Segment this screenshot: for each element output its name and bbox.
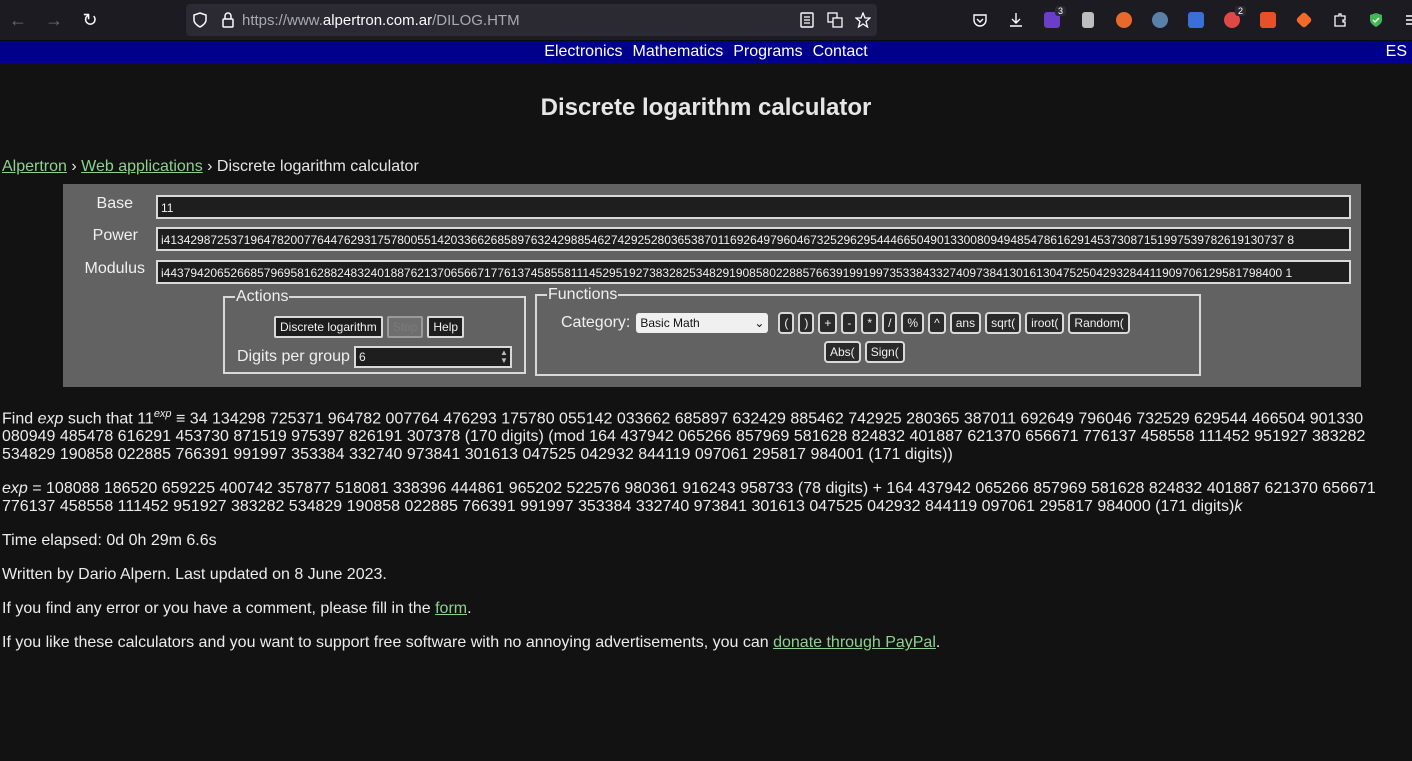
notes-icon-shape xyxy=(1082,12,1094,28)
extension-percent-icon[interactable] xyxy=(1250,4,1286,36)
extension-percent-icon-shape xyxy=(1260,12,1276,28)
shield-icon[interactable] xyxy=(186,12,214,28)
fn-close-paren-button[interactable]: ) xyxy=(798,312,815,334)
site-nav: Electronics Mathematics Programs Contact… xyxy=(0,41,1412,63)
find-statement: Find exp such that 11exp ≡ 34 134298 725… xyxy=(2,408,1366,464)
functions-legend: Functions xyxy=(548,286,618,303)
fn-random-button[interactable]: Random( xyxy=(1068,312,1130,334)
digits-per-group-input[interactable]: 6 ▲ ▼ xyxy=(353,346,512,368)
extension-cloud-icon[interactable] xyxy=(1142,4,1178,36)
extension-translate-icon-shape xyxy=(1188,12,1204,28)
fn-modulo-button[interactable]: % xyxy=(901,312,925,334)
page-title: Discrete logarithm calculator xyxy=(540,94,872,121)
extension-purple-icon[interactable]: 3 xyxy=(1034,4,1070,36)
fn-sqrt-button[interactable]: sqrt( xyxy=(985,312,1022,334)
breadcrumb-current: Discrete logarithm calculator xyxy=(216,158,419,175)
power-row: Power i413429872537196478200776447629317… xyxy=(63,226,1361,252)
results-area: Find exp such that 11exp ≡ 34 134298 725… xyxy=(0,405,1412,652)
fn-plus-button[interactable]: + xyxy=(818,312,838,334)
power-input[interactable]: i413429872537196478200776447629317578005… xyxy=(156,227,1351,251)
breadcrumb: Alpertron › Web applications › Discrete … xyxy=(2,158,419,175)
base-row: Base 11 xyxy=(63,194,1361,220)
fn-abs-button[interactable]: Abs( xyxy=(824,341,861,363)
functions-row-2: Abs( Sign( xyxy=(824,341,905,363)
fn-power-button[interactable]: ^ xyxy=(928,312,946,334)
category-select[interactable]: Basic Math ⌄ xyxy=(636,313,769,333)
modulus-row: Modulus i4437942065266857969581628824832… xyxy=(63,259,1361,285)
chevron-down-icon: ⌄ xyxy=(754,316,765,330)
base-input[interactable]: 11 xyxy=(156,195,1351,219)
fn-iroot-button[interactable]: iroot( xyxy=(1025,312,1065,334)
address-bar[interactable]: https://www.alpertron.com.ar/DILOG.HTM xyxy=(186,4,877,36)
spinner-arrows-icon[interactable]: ▲ ▼ xyxy=(500,349,508,365)
actions-legend: Actions xyxy=(236,288,289,305)
nav-mathematics[interactable]: Mathematics xyxy=(633,43,724,61)
written-by: Written by Dario Alpern. Last updated on… xyxy=(2,566,387,584)
actions-buttons: Discrete logarithm Stop Help xyxy=(274,316,465,338)
breadcrumb-home[interactable]: Alpertron xyxy=(2,158,67,175)
nav-programs[interactable]: Programs xyxy=(733,43,802,61)
translate-icon[interactable] xyxy=(821,12,849,28)
actions-fieldset: Actions Discrete logarithm Stop Help Dig… xyxy=(223,288,526,374)
forward-icon[interactable]: → xyxy=(36,2,72,38)
nav-contact[interactable]: Contact xyxy=(813,43,868,61)
breadcrumb-web-applications[interactable]: Web applications xyxy=(81,158,203,175)
extension-fox-icon-shape xyxy=(1116,12,1132,28)
url-text[interactable]: https://www.alpertron.com.ar/DILOG.HTM xyxy=(242,12,793,29)
extensions-puzzle-icon[interactable] xyxy=(1322,4,1358,36)
downloads-icon[interactable] xyxy=(998,4,1034,36)
language-link[interactable]: ES xyxy=(1386,43,1407,61)
fn-sign-button[interactable]: Sign( xyxy=(864,341,905,363)
digits-per-group-label: Digits per group xyxy=(237,348,350,365)
pocket-icon[interactable] xyxy=(962,4,998,36)
time-elapsed: Time elapsed: 0d 0h 29m 6.6s xyxy=(2,532,217,550)
error-report-text: If you find any error or you have a comm… xyxy=(2,600,472,618)
exp-solution: exp = 108088 186520 659225 400742 357877… xyxy=(2,480,1376,516)
base-label: Base xyxy=(96,195,133,212)
browser-toolbar: ← → ↻ https://www.alpertron.com.ar/DILOG… xyxy=(0,0,1412,41)
back-icon[interactable]: ← xyxy=(0,2,36,38)
stop-button[interactable]: Stop xyxy=(386,316,424,338)
reload-icon[interactable]: ↻ xyxy=(72,2,108,38)
fn-open-paren-button[interactable]: ( xyxy=(778,312,795,334)
digits-per-group-row: Digits per group 6 ▲ ▼ xyxy=(237,346,512,368)
extension-cloud-icon-shape xyxy=(1152,12,1168,28)
nav-electronics[interactable]: Electronics xyxy=(544,43,622,61)
fn-ans-button[interactable]: ans xyxy=(949,312,982,334)
extension-orange-icon-shape xyxy=(1295,11,1313,29)
fn-minus-button[interactable]: - xyxy=(841,312,858,334)
extension-toolbar: 3 2 xyxy=(962,4,1412,36)
fn-divide-button[interactable]: / xyxy=(882,312,898,334)
fn-multiply-button[interactable]: * xyxy=(861,312,879,334)
lock-icon[interactable] xyxy=(214,12,242,28)
functions-fieldset: Functions Category: Basic Math ⌄ ( ) + -… xyxy=(535,286,1201,376)
form-link[interactable]: form xyxy=(435,600,467,617)
power-label: Power xyxy=(92,227,138,244)
donate-text: If you like these calculators and you wa… xyxy=(2,634,941,652)
bookmark-star-icon[interactable] xyxy=(849,12,877,28)
notes-icon[interactable] xyxy=(1070,4,1106,36)
reader-view-icon[interactable] xyxy=(793,12,821,28)
modulus-input[interactable]: i443794206526685796958162882483240188762… xyxy=(156,260,1351,284)
extension-orange-icon[interactable] xyxy=(1286,4,1322,36)
discrete-logarithm-button[interactable]: Discrete logarithm xyxy=(274,316,383,338)
help-button[interactable]: Help xyxy=(427,316,465,338)
extension-fox-icon[interactable] xyxy=(1106,4,1142,36)
extension-translate-icon[interactable] xyxy=(1178,4,1214,36)
calculator-panel: Base 11 Power i4134298725371964782007764… xyxy=(63,184,1361,387)
extension-red-icon[interactable]: 2 xyxy=(1214,4,1250,36)
menu-icon[interactable] xyxy=(1394,4,1412,36)
extension-shield-green-icon[interactable] xyxy=(1358,4,1394,36)
donate-paypal-link[interactable]: donate through PayPal xyxy=(773,634,936,651)
modulus-label: Modulus xyxy=(84,260,145,277)
category-label: Category: xyxy=(561,314,631,331)
functions-row-1: Category: Basic Math ⌄ ( ) + - * / % ^ a… xyxy=(561,312,1130,334)
